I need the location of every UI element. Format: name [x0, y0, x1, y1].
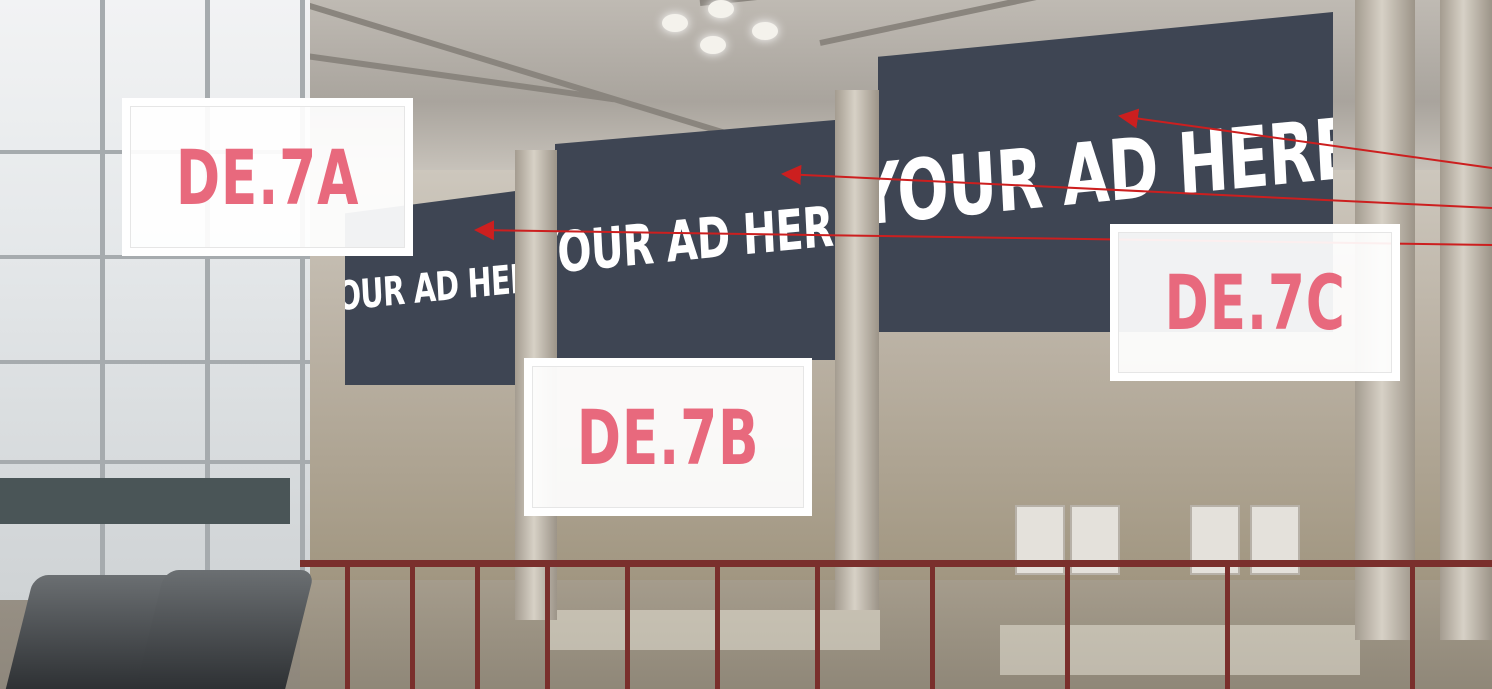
- label-box-a: DE.7A: [122, 98, 413, 256]
- label-c-text: DE.7C: [1164, 258, 1346, 347]
- label-b-text: DE.7B: [576, 392, 760, 482]
- arrow-to-billboard-center: [781, 164, 1492, 209]
- label-box-c: DE.7C: [1110, 224, 1400, 381]
- arrow-to-billboard-right: [1118, 108, 1492, 169]
- label-box-b: DE.7B: [524, 358, 812, 516]
- atrium-photo: YOUR AD HERE YOUR AD HERE YOUR AD HERE D…: [0, 0, 1492, 689]
- label-a-text: DE.7A: [175, 132, 360, 222]
